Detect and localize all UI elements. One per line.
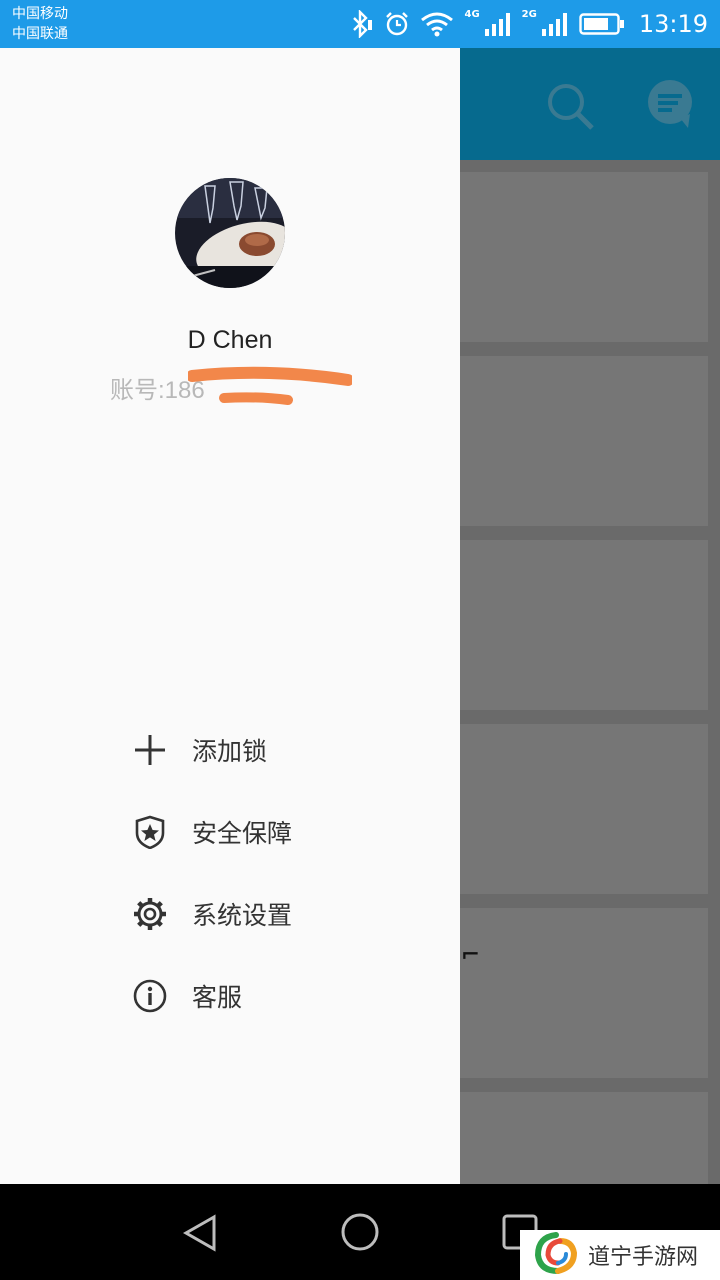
gear-icon [132, 896, 168, 932]
partial-text-glyph: ⌐ [462, 938, 479, 971]
watermark: 道宁手游网 [520, 1230, 720, 1280]
menu-item-security[interactable]: 安全保障 [132, 812, 292, 852]
menu-item-label: 安全保障 [192, 819, 293, 848]
menu-item-label: 添加锁 [192, 737, 268, 766]
message-icon[interactable] [646, 80, 696, 134]
network-type-2: 2G [521, 8, 537, 20]
menu-item-label: 系统设置 [192, 901, 293, 930]
navigation-drawer: D Chen 账号:186 添加锁 安全保障 系统设置 客服 [0, 48, 460, 1184]
status-bar: 中国移动 中国联通 4G 2G 13:19 [0, 0, 720, 48]
signal-icon [541, 11, 569, 37]
signal-icon [484, 11, 512, 37]
menu-item-customer-service[interactable]: 客服 [132, 976, 242, 1016]
carrier-info: 中国移动 中国联通 [12, 4, 68, 44]
carrier-primary: 中国移动 [12, 6, 68, 22]
avatar[interactable] [175, 178, 285, 288]
menu-item-label: 客服 [192, 983, 243, 1012]
bluetooth-icon [348, 10, 374, 38]
watermark-logo-icon [532, 1231, 580, 1279]
network-type-1: 4G [464, 8, 480, 20]
battery-icon [579, 12, 625, 36]
carrier-secondary: 中国联通 [12, 26, 68, 42]
status-icons: 4G 2G 13:19 [348, 0, 708, 48]
clock: 13:19 [638, 10, 708, 38]
menu-item-add-lock[interactable]: 添加锁 [132, 730, 267, 770]
info-icon [132, 978, 168, 1014]
redaction-mark [186, 366, 354, 414]
search-icon[interactable] [544, 80, 596, 136]
plus-icon [132, 732, 168, 768]
shield-star-icon [132, 814, 168, 850]
back-icon[interactable] [182, 1214, 218, 1256]
home-icon[interactable] [340, 1212, 380, 1256]
wifi-icon [420, 11, 454, 37]
user-name: D Chen [187, 326, 273, 354]
watermark-text: 道宁手游网 [588, 1245, 699, 1270]
menu-item-settings[interactable]: 系统设置 [132, 894, 292, 934]
alarm-icon [384, 11, 410, 37]
